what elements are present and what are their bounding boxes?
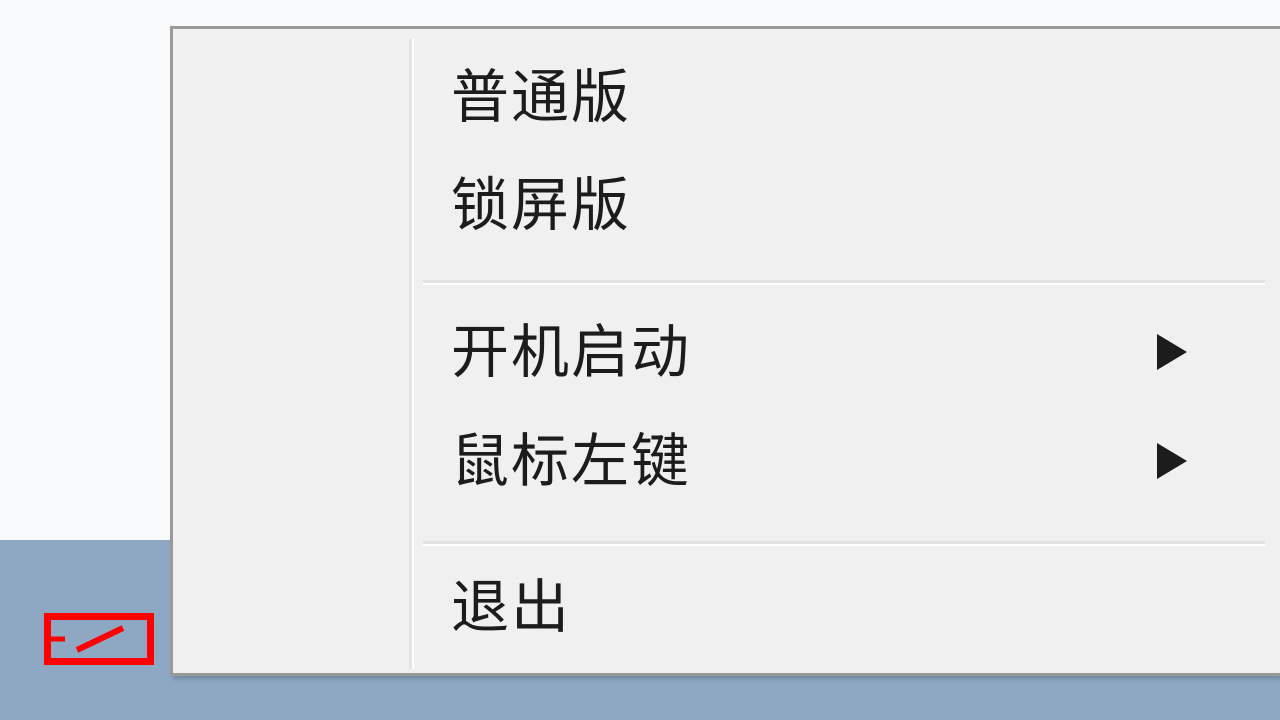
menu-item-label: 鼠标左键 — [451, 427, 692, 495]
context-menu: 普通版 锁屏版 开机启动 鼠标左键 退出 — [170, 26, 1280, 676]
menu-item-label: 锁屏版 — [451, 171, 632, 239]
submenu-arrow-icon — [1157, 334, 1187, 370]
menu-item-left-mouse-button[interactable]: 鼠标左键 — [423, 411, 1265, 511]
menu-separator — [423, 280, 1265, 285]
menu-separator — [423, 541, 1265, 546]
menu-item-normal-edition[interactable]: 普通版 — [423, 47, 1265, 147]
menu-item-label: 开机启动 — [451, 318, 692, 386]
menu-item-label: 退出 — [451, 573, 572, 641]
menu-item-exit[interactable]: 退出 — [423, 557, 1265, 657]
menu-item-label: 普通版 — [451, 63, 632, 131]
menu-gutter-divider — [409, 39, 414, 669]
menu-item-startup[interactable]: 开机启动 — [423, 302, 1265, 402]
submenu-arrow-icon — [1157, 443, 1187, 479]
app-tray-icon[interactable] — [44, 613, 154, 665]
slash-icon — [51, 625, 125, 653]
menu-item-lockscreen-edition[interactable]: 锁屏版 — [423, 155, 1265, 255]
